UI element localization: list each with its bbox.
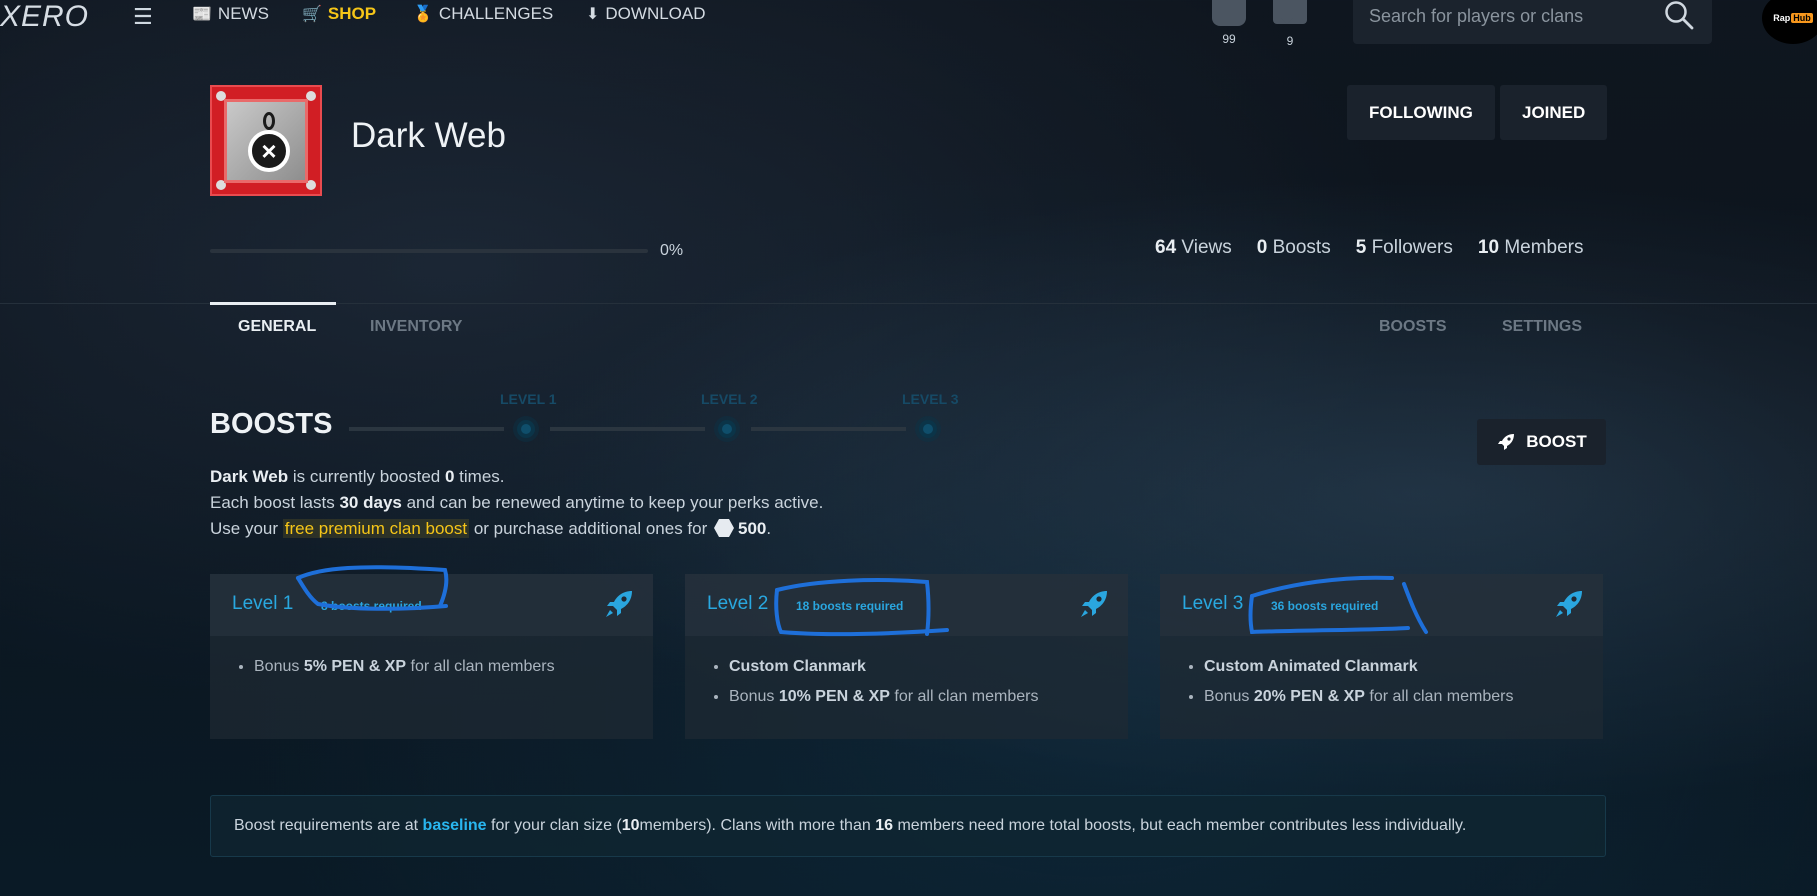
level-1-dot xyxy=(517,420,535,438)
messages-button[interactable]: 9 xyxy=(1270,0,1310,48)
level-card-2: Level 2 18 boosts required Custom Clanma… xyxy=(685,574,1128,739)
clan-progress-label: 0% xyxy=(660,242,684,259)
following-button[interactable]: FOLLOWING xyxy=(1347,85,1495,140)
level-card-title: Level 2 xyxy=(707,593,769,614)
messages-count: 9 xyxy=(1286,34,1294,48)
boosts-required: 8 boosts required xyxy=(321,599,422,613)
notifications-count: 99 xyxy=(1222,32,1236,46)
level-3-dot xyxy=(919,420,937,438)
rocket-icon xyxy=(606,591,632,617)
x-circle-icon: × xyxy=(248,130,290,172)
stat-boosts: 0 Boosts xyxy=(1256,237,1331,258)
level-track-label-1: LEVEL 1 xyxy=(500,391,557,407)
avatar[interactable]: Rap Hub xyxy=(1762,0,1817,44)
tab-settings[interactable]: SETTINGS xyxy=(1502,318,1582,336)
perk-item: Custom Clanmark xyxy=(729,652,1128,682)
top-navigation: XERO ☰ 📰 NEWS 🛒 SHOP 🏅 CHALLENGES ⬇ DOWN… xyxy=(0,0,1817,56)
search-input[interactable] xyxy=(1369,4,1649,28)
clan-emblem: × xyxy=(210,85,322,196)
clan-stats: 64 Views 0 Boosts 5 Followers 10 Members xyxy=(1155,237,1584,259)
stat-views: 64 Views xyxy=(1155,237,1232,258)
boost-requirements-notice: Boost requirements are at baseline for y… xyxy=(210,795,1606,857)
nav-news[interactable]: 📰 NEWS xyxy=(192,4,269,24)
level-2-dot xyxy=(718,420,736,438)
search-icon[interactable] xyxy=(1664,0,1694,30)
nav-shop[interactable]: 🛒 SHOP xyxy=(302,4,376,24)
desc-line-1: Dark Web is currently boosted 0 times. xyxy=(210,467,505,486)
boosts-description: Dark Web is currently boosted 0 times. E… xyxy=(210,464,823,542)
clan-progress-bar xyxy=(210,249,648,253)
chat-icon xyxy=(1273,0,1307,24)
rocket-icon xyxy=(1498,434,1515,450)
rocket-icon xyxy=(1556,591,1582,617)
level-card-3: Level 3 36 boosts required Custom Animat… xyxy=(1160,574,1603,739)
desc-line-2: Each boost lasts 30 days and can be rene… xyxy=(210,493,824,512)
boosts-required: 36 boosts required xyxy=(1271,599,1379,613)
boosts-required: 18 boosts required xyxy=(796,599,904,613)
stat-members: 10 Members xyxy=(1477,237,1584,258)
tab-inventory[interactable]: INVENTORY xyxy=(370,318,462,336)
site-logo[interactable]: XERO xyxy=(0,0,89,34)
active-tab-indicator xyxy=(210,302,336,305)
level-card-title: Level 3 xyxy=(1182,593,1244,614)
rocket-icon xyxy=(1081,591,1107,617)
boosts-title: BOOSTS xyxy=(210,408,333,440)
hamburger-icon[interactable]: ☰ xyxy=(133,4,153,30)
medal-icon: 🏅 xyxy=(413,6,433,23)
level-track-label-3: LEVEL 3 xyxy=(902,391,959,407)
level-track-label-2: LEVEL 2 xyxy=(701,391,758,407)
gem-icon xyxy=(714,519,734,537)
perk-item: Bonus 5% PEN & XP for all clan members xyxy=(254,652,653,682)
desc-line-3: Use your free premium clan boost or purc… xyxy=(210,519,772,538)
joined-button[interactable]: JOINED xyxy=(1500,85,1608,140)
perk-item: Custom Animated Clanmark xyxy=(1204,652,1603,682)
newspaper-icon: 📰 xyxy=(192,6,212,23)
tab-general[interactable]: GENERAL xyxy=(238,318,316,336)
level-progress-track xyxy=(349,420,937,438)
boost-button[interactable]: BOOST xyxy=(1477,419,1606,465)
level-card-1: Level 1 8 boosts required Bonus 5% PEN &… xyxy=(210,574,653,739)
download-icon: ⬇ xyxy=(586,6,600,23)
bell-icon xyxy=(1212,0,1246,26)
tab-boosts[interactable]: BOOSTS xyxy=(1379,318,1447,336)
notifications-button[interactable]: 99 xyxy=(1209,0,1249,46)
perk-item: Bonus 10% PEN & XP for all clan members xyxy=(729,682,1128,712)
nav-download[interactable]: ⬇ DOWNLOAD xyxy=(586,4,706,24)
clan-name: Dark Web xyxy=(351,116,506,155)
search-box xyxy=(1353,0,1712,44)
cart-icon: 🛒 xyxy=(302,6,322,23)
level-card-title: Level 1 xyxy=(232,593,294,614)
stat-followers: 5 Followers xyxy=(1355,237,1453,258)
nav-challenges[interactable]: 🏅 CHALLENGES xyxy=(413,4,553,24)
free-boost-link[interactable]: free premium clan boost xyxy=(282,519,470,538)
perk-item: Bonus 20% PEN & XP for all clan members xyxy=(1204,682,1603,712)
